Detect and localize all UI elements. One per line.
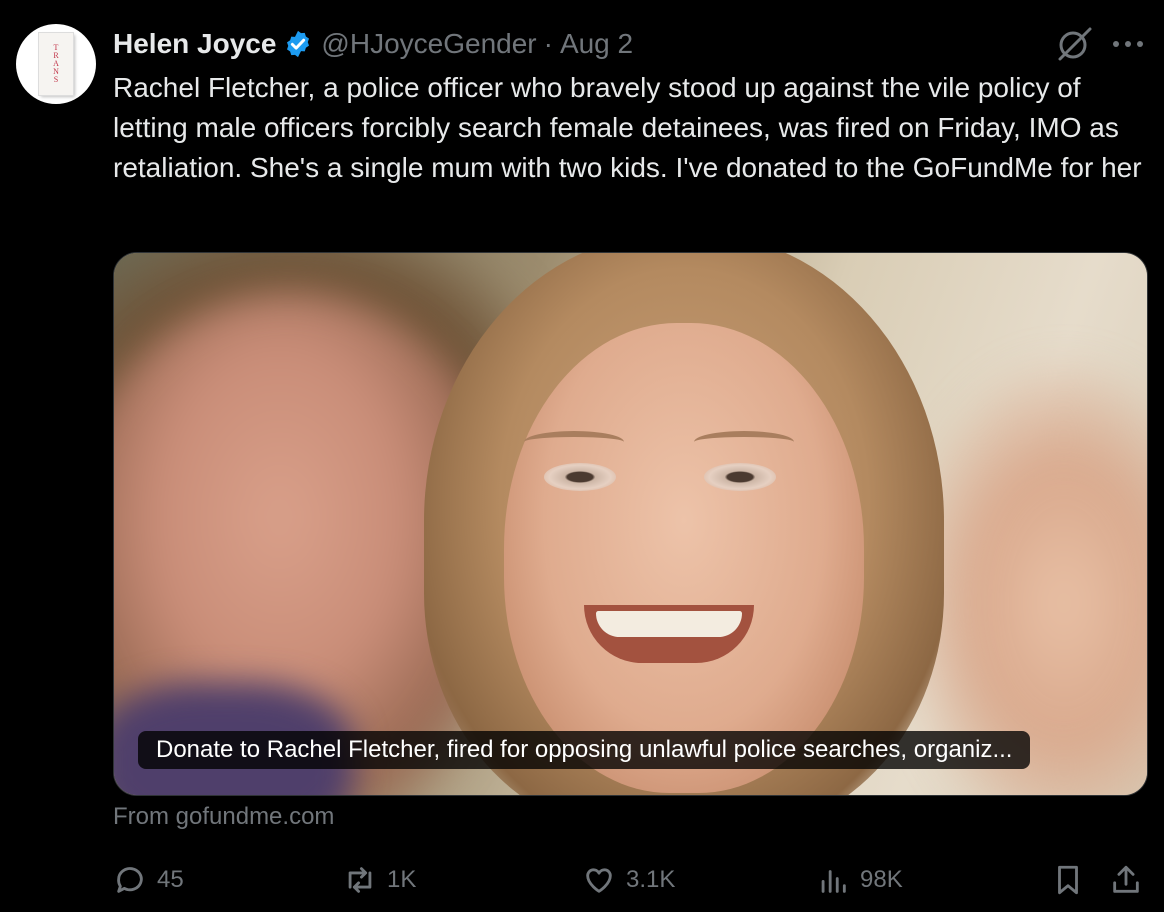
bookmark-button[interactable] [1051,860,1085,900]
views-button[interactable]: 98K [816,860,903,900]
author-avatar[interactable]: T R A N S [16,24,96,104]
tweet-date[interactable]: Aug 2 [560,28,633,60]
like-button[interactable]: 3.1K [582,860,675,900]
author-name[interactable]: Helen Joyce [113,28,276,60]
tweet-header: Helen Joyce @HJoyceGender · Aug 2 [113,26,633,62]
like-count: 3.1K [626,866,676,893]
card-source[interactable]: From gofundme.com [113,803,334,831]
retweet-count: 1K [387,866,417,893]
woman-face [504,323,864,793]
reply-button[interactable]: 45 [113,860,184,900]
right-eyebrow [694,431,794,453]
bookmark-icon [1058,865,1078,895]
left-eyebrow [524,431,624,453]
author-handle[interactable]: @HJoyceGender [321,28,536,60]
left-eye [544,463,616,491]
share-button[interactable] [1109,860,1143,900]
verified-badge-icon [287,30,310,58]
retweet-button[interactable]: 1K [343,860,416,900]
card-caption[interactable]: Donate to Rachel Fletcher, fired for opp… [138,731,1031,769]
avatar-book-cover: T R A N S [39,33,73,95]
grok-icon[interactable] [1054,26,1096,62]
link-card-image[interactable]: Donate to Rachel Fletcher, fired for opp… [113,252,1148,796]
heart-icon [586,868,612,893]
retweet-icon [348,867,372,893]
teeth [596,611,742,637]
right-eye [704,463,776,491]
tweet-text: Rachel Fletcher, a police officer who br… [113,72,1142,183]
reply-icon [117,867,143,893]
views-icon [821,870,846,893]
reply-count: 45 [157,866,184,893]
book-letter: S [53,75,59,84]
share-icon [1113,865,1139,893]
view-count: 98K [860,866,903,893]
separator-dot: · [543,28,553,59]
more-icon[interactable] [1108,32,1148,56]
